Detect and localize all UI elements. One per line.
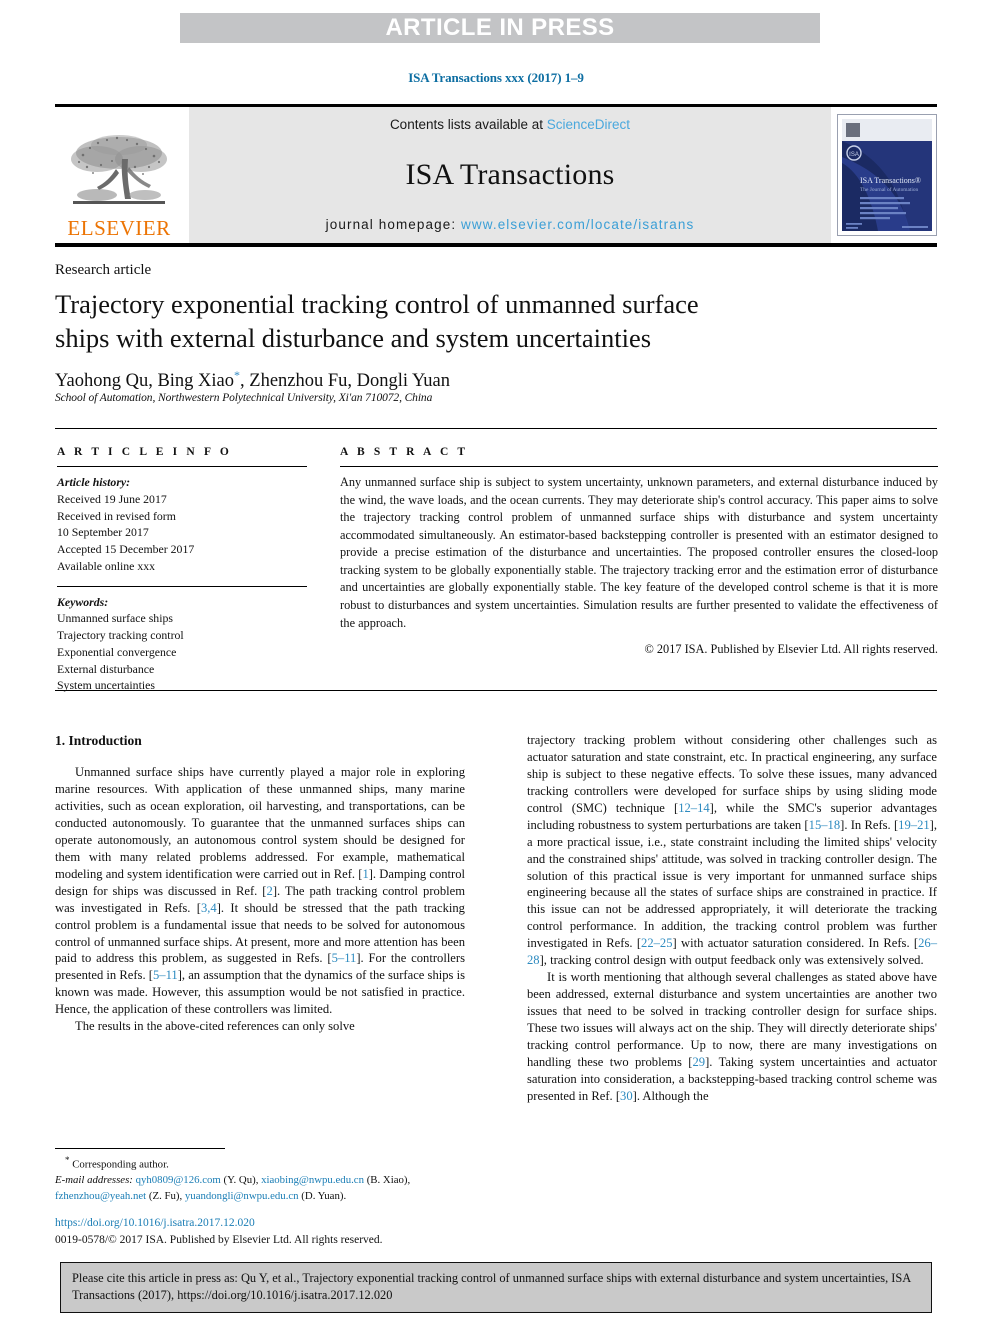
paragraph: The results in the above-cited reference…: [75, 1019, 355, 1034]
author-affiliation: School of Automation, Northwestern Polyt…: [55, 392, 433, 404]
journal-masthead: ELSEVIER Contents lists available at Sci…: [55, 104, 937, 247]
paragraph: trajectory tracking problem without cons…: [527, 732, 937, 969]
journal-title: ISA Transactions: [405, 157, 615, 191]
history-item: Received in revised form: [57, 508, 176, 523]
svg-text:The Journal of Automation: The Journal of Automation: [860, 186, 919, 193]
doi-link[interactable]: https://doi.org/10.1016/j.isatra.2017.12…: [55, 1215, 485, 1232]
contents-lists-line: Contents lists available at ScienceDirec…: [390, 117, 630, 132]
elsevier-logo: ELSEVIER: [55, 107, 183, 243]
keywords-block: Keywords: Unmanned surface ships Traject…: [57, 594, 307, 695]
paragraph-text: ], tracking control design with output f…: [539, 953, 924, 968]
keyword-item: Unmanned surface ships: [57, 611, 173, 626]
email-link[interactable]: xiaobing@nwpu.edu.cn: [261, 1174, 364, 1186]
paragraph-text: ]. Although the: [632, 1088, 709, 1103]
keywords-label: Keywords:: [57, 594, 109, 609]
reference-link[interactable]: 22–25: [641, 936, 672, 950]
paragraph-text: Unmanned surface ships have currently pl…: [55, 765, 465, 881]
reference-link[interactable]: 5–11: [153, 968, 178, 982]
keyword-item: System uncertainties: [57, 678, 155, 693]
reference-link[interactable]: 30: [620, 1089, 633, 1103]
reference-link[interactable]: 29: [692, 1055, 705, 1069]
body-right-column: trajectory tracking problem without cons…: [527, 732, 937, 1105]
article-info-rule: [57, 466, 307, 467]
email-owner: (D. Yuan).: [301, 1189, 347, 1202]
email-owner: (Y. Qu),: [223, 1174, 259, 1187]
abstract-column: A B S T R A C T Any unmanned surface shi…: [340, 446, 938, 657]
email-link[interactable]: fzhenzhou@yeah.net: [55, 1190, 146, 1202]
history-item: Accepted 15 December 2017: [57, 542, 195, 556]
paragraph-text: ]. In Refs. [: [840, 817, 899, 832]
info-area-top-rule: [55, 428, 937, 429]
article-history-block: Article history: Received 19 June 2017 R…: [57, 474, 307, 575]
abstract-copyright: © 2017 ISA. Published by Elsevier Ltd. A…: [644, 642, 938, 657]
email-addresses-label: E-mail addresses:: [55, 1174, 133, 1187]
paragraph-text: ] with actuator saturation considered. I…: [672, 936, 919, 951]
email-link[interactable]: yuandongli@nwpu.edu.cn: [185, 1190, 299, 1202]
reference-link[interactable]: 5–11: [332, 951, 357, 965]
abstract-text: Any unmanned surface ship is subject to …: [340, 475, 938, 630]
corresponding-author-note: * Corresponding author.: [55, 1154, 465, 1173]
page-title: Trajectory exponential tracking control …: [55, 289, 699, 353]
footnote-separator-rule: [55, 1148, 225, 1149]
masthead-center-panel: Contents lists available at ScienceDirec…: [189, 107, 831, 243]
paragraph: It is worth mentioning that although sev…: [527, 969, 937, 1105]
abstract-heading: A B S T R A C T: [340, 446, 469, 458]
issn-copyright-line: 0019-0578/© 2017 ISA. Published by Elsev…: [55, 1233, 383, 1246]
keyword-item: Trajectory tracking control: [57, 628, 184, 642]
homepage-prefix: journal homepage:: [325, 217, 462, 232]
journal-cover-thumbnail: ISA ISA Transactions® The Journal of Aut…: [837, 114, 937, 236]
elsevier-tree-icon: [67, 129, 171, 217]
article-in-press-label: ARTICLE IN PRESS: [385, 14, 615, 41]
sciencedirect-link[interactable]: ScienceDirect: [547, 117, 630, 132]
svg-text:ISA: ISA: [849, 152, 859, 158]
paragraph: Unmanned surface ships have currently pl…: [55, 764, 465, 1018]
corresponding-author-marker-footnote: *: [65, 1155, 70, 1165]
paragraph-text: ], a more practical issue, i.e., state c…: [527, 817, 937, 951]
reference-link[interactable]: 3,4: [201, 901, 217, 915]
history-item: Available online xxx: [57, 558, 156, 573]
reference-link[interactable]: 15–18: [809, 818, 840, 832]
keyword-item: Exponential convergence: [57, 644, 177, 659]
article-type-label: Research article: [55, 262, 152, 278]
reference-link[interactable]: 19–21: [898, 818, 929, 832]
article-info-column: A R T I C L E I N F O Article history: R…: [57, 446, 307, 694]
email-owner: (B. Xiao),: [366, 1174, 411, 1187]
citation-notice-box: Please cite this article in press as: Qu…: [60, 1262, 932, 1314]
author-names-rest: , Zhenzhou Fu, Dongli Yuan: [240, 371, 451, 392]
svg-text:ISA Transactions®: ISA Transactions®: [860, 176, 921, 185]
journal-running-head: ISA Transactions xxx (2017) 1–9: [408, 70, 584, 85]
journal-homepage-link[interactable]: www.elsevier.com/locate/isatrans: [461, 217, 694, 232]
footnote-block: * Corresponding author. E-mail addresses…: [55, 1154, 465, 1205]
history-item: Received 19 June 2017: [57, 491, 167, 506]
article-history-label: Article history:: [57, 475, 131, 489]
abstract-rule: [340, 466, 938, 467]
corresponding-author-text: Corresponding author.: [72, 1158, 169, 1171]
journal-homepage-line: journal homepage: www.elsevier.com/locat…: [326, 217, 695, 232]
keywords-rule: [57, 585, 307, 587]
body-left-column: 1. Introduction Unmanned surface ships h…: [55, 732, 465, 1105]
keyword-item: External disturbance: [57, 661, 155, 676]
email-link[interactable]: qyh0809@126.com: [136, 1174, 221, 1186]
article-in-press-banner: ARTICLE IN PRESS: [180, 13, 820, 43]
contents-lists-prefix: Contents lists available at: [389, 117, 547, 132]
email-addresses-note: E-mail addresses: qyh0809@126.com (Y. Qu…: [55, 1173, 465, 1204]
author-names-first: Yaohong Qu, Bing Xiao: [55, 371, 235, 392]
reference-link[interactable]: 12–14: [678, 801, 709, 815]
body-columns: 1. Introduction Unmanned surface ships h…: [55, 732, 937, 1105]
doi-block: https://doi.org/10.1016/j.isatra.2017.12…: [55, 1215, 485, 1248]
author-list: Yaohong Qu, Bing Xiao*, Zhenzhou Fu, Don…: [55, 368, 450, 392]
email-owner: (Z. Fu),: [148, 1189, 183, 1202]
article-info-heading: A R T I C L E I N F O: [57, 446, 232, 458]
section-heading-introduction: 1. Introduction: [55, 733, 142, 748]
elsevier-wordmark: ELSEVIER: [67, 216, 171, 240]
history-item: 10 September 2017: [57, 525, 149, 540]
